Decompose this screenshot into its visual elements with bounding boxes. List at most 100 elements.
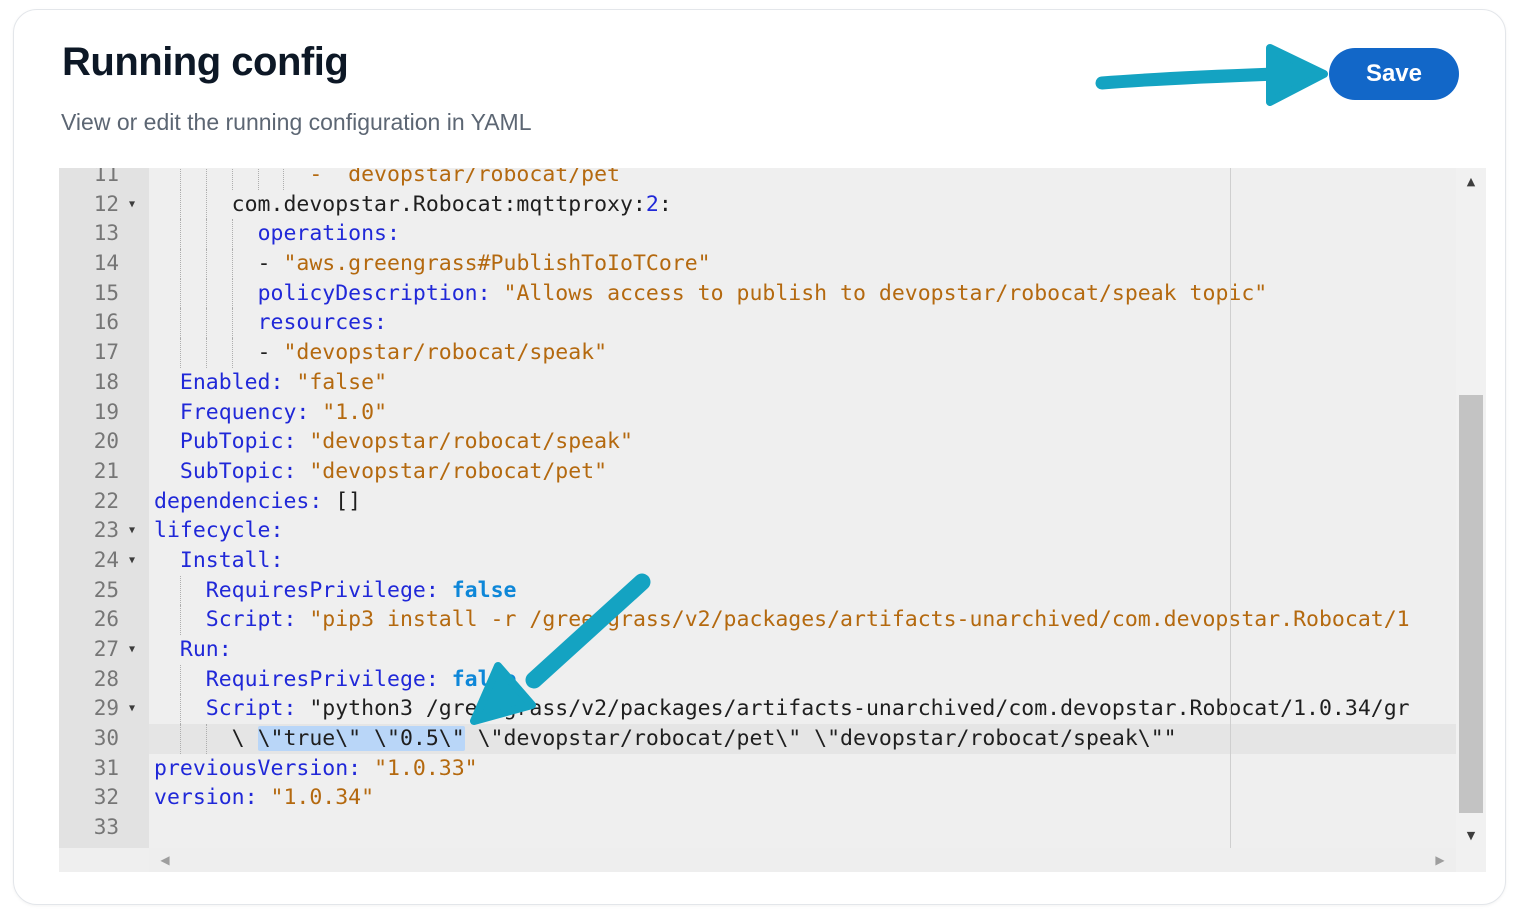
gutter-line: 26 [59, 605, 149, 635]
code-line[interactable]: Run: [149, 635, 1456, 665]
code-line[interactable]: SubTopic: "devopstar/robocat/pet" [149, 457, 1456, 487]
indent-guide [180, 249, 181, 279]
gutter-line: 30 [59, 724, 149, 754]
code-line[interactable]: Script: "pip3 install -r /greengrass/v2/… [149, 605, 1456, 635]
code-token: - devopstar/robocat/pet [154, 168, 620, 187]
code-token [361, 756, 374, 781]
code-line[interactable]: RequiresPrivilege: false [149, 665, 1456, 695]
code-token: RequiresPrivilege: [206, 578, 439, 603]
fold-spacer [119, 427, 145, 457]
code-token [283, 370, 296, 395]
fold-marker-icon[interactable]: ▼ [119, 546, 145, 576]
code-token: previousVersion: [154, 756, 361, 781]
indent-guide [180, 605, 181, 635]
gutter-line: 16 [59, 308, 149, 338]
code-line[interactable]: Script: "python3 /greengrass/v2/packages… [149, 694, 1456, 724]
fold-marker-icon[interactable]: ▼ [119, 694, 145, 724]
code-token: "python3 /greengrass/v2/packages/artifac… [309, 696, 1409, 721]
vertical-scrollbar-thumb[interactable] [1459, 395, 1483, 813]
gutter-line: 19 [59, 398, 149, 428]
code-token [296, 607, 309, 632]
code-line[interactable]: previousVersion: "1.0.33" [149, 754, 1456, 784]
code-token: RequiresPrivilege: [206, 667, 439, 692]
line-number: 30 [59, 724, 119, 754]
gutter-line: 22 [59, 487, 149, 517]
code-token: "aws.greengrass#PublishToIoTCore" [283, 251, 710, 276]
code-line[interactable]: PubTopic: "devopstar/robocat/speak" [149, 427, 1456, 457]
code-token: "false" [296, 370, 387, 395]
indent-guide [180, 190, 181, 220]
code-area[interactable]: - devopstar/robocat/pet com.devopstar.Ro… [149, 168, 1456, 848]
fold-marker-icon[interactable]: ▼ [119, 635, 145, 665]
indent-guide [232, 219, 233, 249]
code-line[interactable]: \ \"true\" \"0.5\" \"devopstar/robocat/p… [149, 724, 1456, 754]
code-line[interactable] [149, 813, 1456, 843]
line-number: 11 [59, 168, 119, 190]
editor-gutter: 1112▼1314151617181920212223▼24▼252627▼28… [59, 168, 149, 848]
line-number: 16 [59, 308, 119, 338]
code-token: Script: [206, 607, 297, 632]
fold-spacer [119, 813, 145, 843]
code-line[interactable]: - devopstar/robocat/pet [149, 168, 1456, 190]
code-token [296, 696, 309, 721]
fold-marker-icon[interactable]: ▼ [119, 190, 145, 220]
code-line[interactable]: dependencies: [] [149, 487, 1456, 517]
scroll-right-icon[interactable]: ▶ [1428, 848, 1452, 872]
code-line[interactable]: lifecycle: [149, 516, 1456, 546]
code-line[interactable]: resources: [149, 308, 1456, 338]
code-token: : [659, 192, 672, 217]
gutter-line: 12▼ [59, 190, 149, 220]
scroll-left-icon[interactable]: ◀ [153, 848, 177, 872]
fold-spacer [119, 219, 145, 249]
line-number: 31 [59, 754, 119, 784]
code-token: Frequency: [180, 400, 309, 425]
fold-spacer [119, 249, 145, 279]
code-line[interactable]: com.devopstar.Robocat:mqttproxy:2: [149, 190, 1456, 220]
code-line[interactable]: RequiresPrivilege: false [149, 576, 1456, 606]
fold-spacer [119, 457, 145, 487]
vertical-scrollbar[interactable]: ▲ ▼ [1456, 168, 1486, 848]
gutter-line: 20 [59, 427, 149, 457]
code-line[interactable]: Enabled: "false" [149, 368, 1456, 398]
code-token: operations: [258, 221, 400, 246]
indent-guide [206, 308, 207, 338]
scroll-down-icon[interactable]: ▼ [1456, 824, 1486, 848]
gutter-line: 33 [59, 813, 149, 843]
indent-guide [180, 168, 181, 190]
yaml-editor[interactable]: - devopstar/robocat/pet com.devopstar.Ro… [59, 168, 1486, 872]
indent-guide [180, 694, 181, 724]
line-number: 32 [59, 783, 119, 813]
code-token [296, 459, 309, 484]
code-line[interactable]: operations: [149, 219, 1456, 249]
indent-guide [206, 279, 207, 309]
scroll-up-icon[interactable]: ▲ [1456, 170, 1486, 194]
fold-spacer [119, 398, 145, 428]
indent-guide [232, 338, 233, 368]
code-token: "1.0.34" [271, 785, 375, 810]
code-token: Script: [206, 696, 297, 721]
fold-marker-icon[interactable]: ▼ [119, 516, 145, 546]
code-line[interactable]: - "devopstar/robocat/speak" [149, 338, 1456, 368]
code-line[interactable]: Install: [149, 546, 1456, 576]
save-button[interactable]: Save [1329, 48, 1459, 100]
code-token: 2 [646, 192, 659, 217]
code-token: "devopstar/robocat/pet" [309, 459, 607, 484]
fold-spacer [119, 754, 145, 784]
horizontal-scrollbar[interactable]: ◀ ▶ [149, 848, 1456, 872]
fold-spacer [119, 724, 145, 754]
code-line[interactable]: policyDescription: "Allows access to pub… [149, 279, 1456, 309]
gutter-lines: 1112▼1314151617181920212223▼24▼252627▼28… [59, 168, 149, 843]
code-line[interactable]: - "aws.greengrass#PublishToIoTCore" [149, 249, 1456, 279]
indent-guide [232, 249, 233, 279]
gutter-line: 28 [59, 665, 149, 695]
line-number: 27 [59, 635, 119, 665]
line-number: 12 [59, 190, 119, 220]
code-line[interactable]: Frequency: "1.0" [149, 398, 1456, 428]
code-line[interactable]: version: "1.0.34" [149, 783, 1456, 813]
fold-spacer [119, 308, 145, 338]
indent-guide [232, 168, 233, 190]
line-number: 22 [59, 487, 119, 517]
scrollbar-corner [1456, 848, 1486, 872]
fold-spacer [119, 783, 145, 813]
fold-spacer [119, 665, 145, 695]
